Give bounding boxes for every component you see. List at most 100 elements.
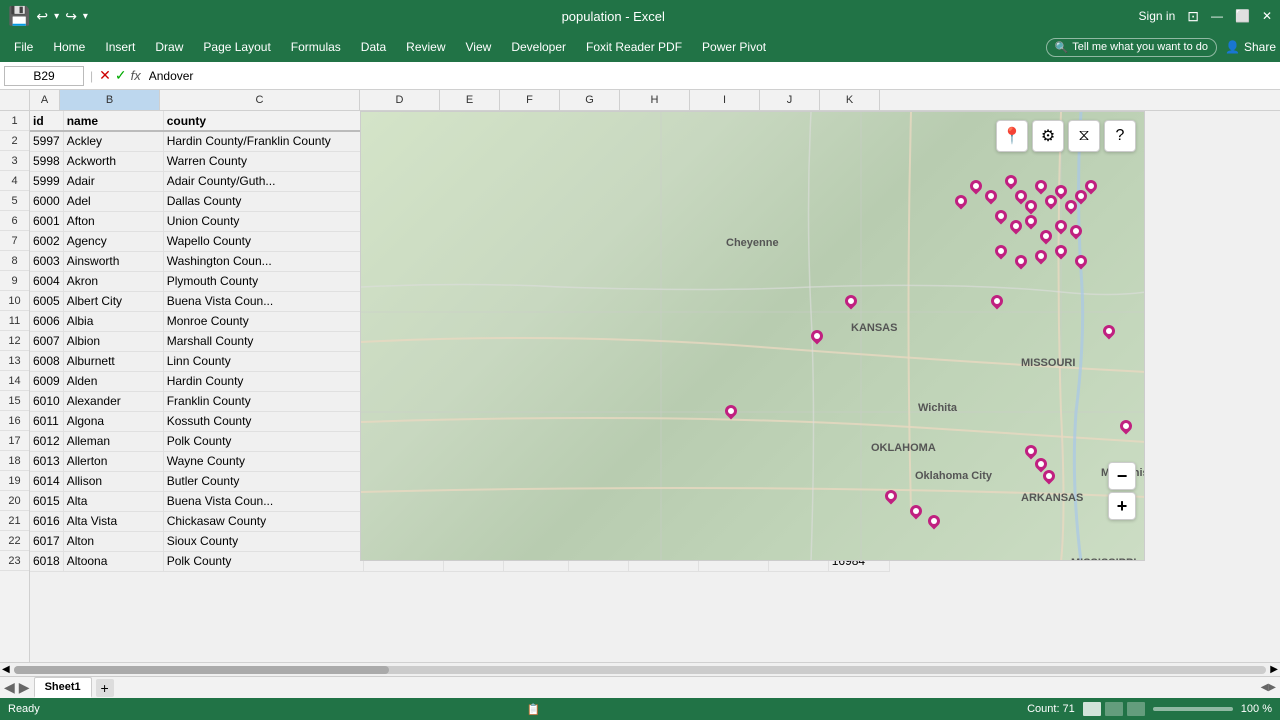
map-pin[interactable] [993, 208, 1010, 225]
col-header-F[interactable]: F [500, 90, 560, 110]
cell-12-2[interactable]: Marshall County [163, 331, 363, 351]
cell-21-0[interactable]: 6016 [30, 511, 63, 531]
formula-confirm-icon[interactable]: ✓ [115, 67, 127, 84]
menu-formulas[interactable]: Formulas [281, 36, 351, 58]
col-header-B[interactable]: B [60, 90, 160, 110]
cell-7-0[interactable]: 6002 [30, 231, 63, 251]
zoom-slider[interactable] [1153, 707, 1233, 711]
share-button[interactable]: 👤 Share [1225, 40, 1276, 54]
cell-21-2[interactable]: Chickasaw County [163, 511, 363, 531]
cell-9-0[interactable]: 6004 [30, 271, 63, 291]
zoom-out-btn[interactable]: − [1108, 462, 1136, 490]
map-pin[interactable] [989, 293, 1006, 310]
map-pin[interactable] [1023, 443, 1040, 460]
cell-13-2[interactable]: Linn County [163, 351, 363, 371]
menu-data[interactable]: Data [351, 36, 396, 58]
map-pin[interactable] [983, 188, 1000, 205]
cell-22-2[interactable]: Sioux County [163, 531, 363, 551]
cell-reference[interactable] [4, 66, 84, 86]
menu-page-layout[interactable]: Page Layout [193, 36, 280, 58]
col-header-C[interactable]: C [160, 90, 360, 110]
tell-me-input[interactable]: 🔍 Tell me what you want to do [1046, 38, 1217, 57]
map-pin[interactable] [883, 488, 900, 505]
col-header-H[interactable]: H [620, 90, 690, 110]
map-pin[interactable] [1003, 173, 1020, 190]
cell-18-1[interactable]: Allerton [63, 451, 163, 471]
map-pin[interactable] [1033, 178, 1050, 195]
map-pin[interactable] [1101, 323, 1118, 340]
cell-14-1[interactable]: Alden [63, 371, 163, 391]
sheet-tab-sheet1[interactable]: Sheet1 [34, 677, 92, 698]
cell-16-0[interactable]: 6011 [30, 411, 63, 431]
map-pin[interactable] [1118, 418, 1135, 435]
zoom-in-btn[interactable]: + [1108, 492, 1136, 520]
map-pin[interactable] [1023, 213, 1040, 230]
cell-12-0[interactable]: 6007 [30, 331, 63, 351]
cell-6-2[interactable]: Union County [163, 211, 363, 231]
cell-8-0[interactable]: 6003 [30, 251, 63, 271]
minimize-button[interactable]: — [1211, 9, 1223, 23]
cell-18-2[interactable]: Wayne County [163, 451, 363, 471]
cell-13-1[interactable]: Alburnett [63, 351, 163, 371]
cell-7-2[interactable]: Wapello County [163, 231, 363, 251]
map-pin[interactable] [1013, 253, 1030, 270]
cell-15-0[interactable]: 6010 [30, 391, 63, 411]
cell-4-1[interactable]: Adair [63, 171, 163, 191]
menu-insert[interactable]: Insert [95, 36, 145, 58]
close-button[interactable]: ✕ [1262, 9, 1272, 23]
cell-18-0[interactable]: 6013 [30, 451, 63, 471]
menu-developer[interactable]: Developer [501, 36, 576, 58]
col-header-K[interactable]: K [820, 90, 880, 110]
col-header-D[interactable]: D [360, 90, 440, 110]
cell-3-2[interactable]: Warren County [163, 151, 363, 171]
undo-dropdown-icon[interactable]: ▾ [54, 11, 59, 22]
cell-7-1[interactable]: Agency [63, 231, 163, 251]
cell-23-0[interactable]: 6018 [30, 551, 63, 571]
scroll-sheets-left[interactable]: ◀ [4, 679, 15, 696]
cell-2-1[interactable]: Ackley [63, 131, 163, 151]
map-pin[interactable] [1053, 243, 1070, 260]
cell-19-1[interactable]: Allison [63, 471, 163, 491]
cell-1-1[interactable]: name [63, 111, 163, 131]
cell-22-0[interactable]: 6017 [30, 531, 63, 551]
map-pin[interactable] [953, 193, 970, 210]
cell-3-1[interactable]: Ackworth [63, 151, 163, 171]
cell-23-2[interactable]: Polk County [163, 551, 363, 571]
col-header-I[interactable]: I [690, 90, 760, 110]
cell-16-1[interactable]: Algona [63, 411, 163, 431]
cell-17-1[interactable]: Alleman [63, 431, 163, 451]
cell-15-2[interactable]: Franklin County [163, 391, 363, 411]
menu-view[interactable]: View [456, 36, 502, 58]
cell-15-1[interactable]: Alexander [63, 391, 163, 411]
map-location-btn[interactable]: 📍 [996, 120, 1028, 152]
cell-16-2[interactable]: Kossuth County [163, 411, 363, 431]
scroll-right-btn[interactable]: ▶ [1270, 664, 1278, 675]
map-pin[interactable] [908, 503, 925, 520]
cell-11-0[interactable]: 6006 [30, 311, 63, 331]
cell-4-2[interactable]: Adair County/Guth... [163, 171, 363, 191]
add-sheet-button[interactable]: + [96, 679, 114, 697]
cell-20-0[interactable]: 6015 [30, 491, 63, 511]
menu-power-pivot[interactable]: Power Pivot [692, 36, 776, 58]
formula-cancel-icon[interactable]: ✕ [99, 67, 111, 84]
cell-21-1[interactable]: Alta Vista [63, 511, 163, 531]
map-help-btn[interactable]: ? [1104, 120, 1136, 152]
cell-13-0[interactable]: 6008 [30, 351, 63, 371]
redo-icon[interactable]: ↪ [65, 8, 77, 25]
cell-10-0[interactable]: 6005 [30, 291, 63, 311]
col-header-A[interactable]: A [30, 90, 60, 110]
scrollbar-track[interactable] [14, 666, 1267, 674]
map-pin[interactable] [1008, 218, 1025, 235]
sign-in-button[interactable]: Sign in [1139, 9, 1176, 23]
cell-17-2[interactable]: Polk County [163, 431, 363, 451]
cell-20-1[interactable]: Alta [63, 491, 163, 511]
cell-1-2[interactable]: county [163, 111, 363, 131]
map-pin[interactable] [1038, 228, 1055, 245]
cell-10-1[interactable]: Albert City [63, 291, 163, 311]
quick-access-icon[interactable]: ▾ [83, 11, 88, 22]
cell-2-0[interactable]: 5997 [30, 131, 63, 151]
cell-8-1[interactable]: Ainsworth [63, 251, 163, 271]
cell-3-0[interactable]: 5998 [30, 151, 63, 171]
formula-input[interactable] [145, 69, 1276, 83]
cell-23-1[interactable]: Altoona [63, 551, 163, 571]
